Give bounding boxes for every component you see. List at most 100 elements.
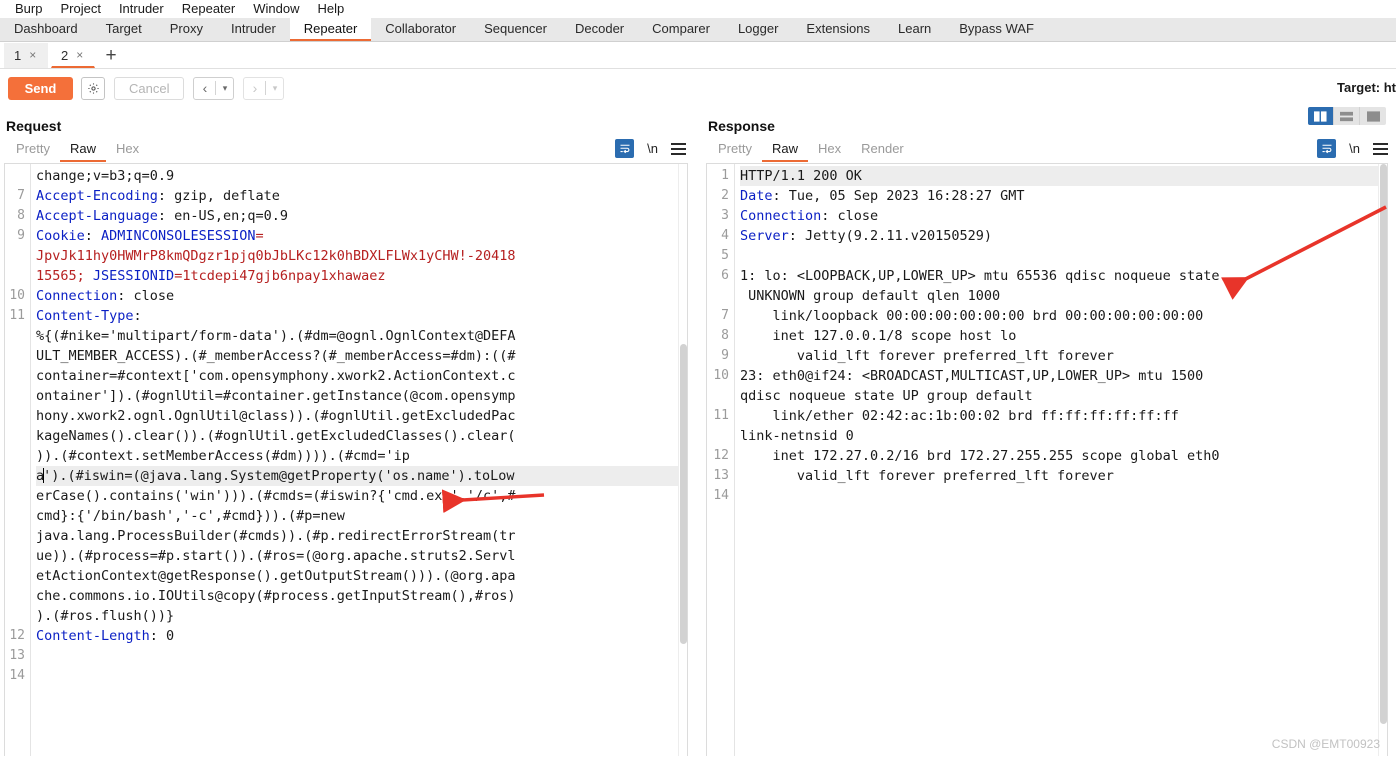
code-line: inet 172.27.0.2/16 brd 172.27.255.255 sc…	[740, 446, 1387, 466]
main-tab-collaborator[interactable]: Collaborator	[371, 18, 470, 41]
code-segment: java.lang.ProcessBuilder(#cmds)).(#p.red…	[36, 528, 516, 544]
line-number: 5	[721, 248, 729, 263]
scrollbar-thumb[interactable]	[1380, 164, 1387, 724]
code-segment: qdisc noqueue state UP group default	[740, 388, 1033, 404]
request-editor[interactable]: 7 8 9 10 11 12 13 14 change;v=b3;q=0.9 Accept-…	[4, 163, 688, 759]
code-line: HTTP/1.1 200 OK	[740, 166, 1387, 186]
line-number: 11	[9, 308, 25, 323]
code-segment: %{(#nike='multipart/form-data').(#dm=@og…	[36, 328, 516, 344]
line-number: 8	[721, 328, 729, 343]
main-tab-sequencer[interactable]: Sequencer	[470, 18, 561, 41]
request-view-tab-raw[interactable]: Raw	[59, 138, 106, 162]
main-tab-decoder[interactable]: Decoder	[561, 18, 638, 41]
code-line: che.commons.io.IOUtils@copy(#process.get…	[36, 586, 687, 606]
close-icon[interactable]: ×	[76, 49, 83, 61]
response-title: Response	[708, 118, 775, 134]
code-segment: Server	[740, 228, 789, 244]
main-tab-intruder[interactable]: Intruder	[217, 18, 290, 41]
gear-icon[interactable]	[81, 76, 105, 100]
line-number: 2	[721, 188, 729, 203]
main-tab-dashboard[interactable]: Dashboard	[0, 18, 92, 41]
response-pane: Response PrettyRawHexRender \n 12345	[700, 107, 1396, 759]
main-tab-target[interactable]: Target	[92, 18, 156, 41]
code-line: UNKNOWN group default qlen 1000	[740, 286, 1387, 306]
code-line: Content-Type:	[36, 306, 687, 326]
request-view-tab-pretty[interactable]: Pretty	[6, 138, 60, 162]
target-label: Target: ht	[1337, 80, 1396, 95]
line-number	[5, 526, 30, 546]
repeater-tab-1[interactable]: 1 ×	[4, 43, 48, 68]
code-line: inet 127.0.0.1/8 scope host lo	[740, 326, 1387, 346]
response-view-tab-render[interactable]: Render	[851, 138, 914, 162]
code-line: valid_lft forever preferred_lft forever	[740, 346, 1387, 366]
main-tab-bypass-waf[interactable]: Bypass WAF	[945, 18, 1048, 41]
main-tab-extensions[interactable]: Extensions	[792, 18, 884, 41]
split-vertical-icon[interactable]	[1308, 107, 1334, 125]
close-icon[interactable]: ×	[29, 49, 36, 61]
code-line: link/loopback 00:00:00:00:00:00 brd 00:0…	[740, 306, 1387, 326]
word-wrap-icon[interactable]	[615, 139, 635, 158]
hamburger-menu-icon[interactable]	[1373, 142, 1388, 155]
menu-item-repeater[interactable]: Repeater	[173, 0, 244, 18]
split-horizontal-icon[interactable]	[1334, 107, 1360, 125]
repeater-tab-2[interactable]: 2 ×	[51, 43, 95, 68]
code-segment: : 0	[149, 628, 175, 644]
response-view-tab-hex[interactable]: Hex	[808, 138, 851, 162]
code-segment: =1tcdepi47gjb6npay1xhawaez	[174, 268, 386, 284]
response-editor[interactable]: 123456 7 8 9 10 11 12 13 14 HTTP/1.1 200 OK Da…	[706, 163, 1388, 759]
code-line: erCase().contains('win'))).(#cmds=(#iswi…	[36, 486, 687, 506]
response-code[interactable]: HTTP/1.1 200 OK Date: Tue, 05 Sep 2023 16…	[735, 164, 1387, 759]
single-pane-icon[interactable]	[1360, 107, 1386, 125]
main-tab-proxy[interactable]: Proxy	[156, 18, 217, 41]
line-number	[707, 426, 734, 446]
scrollbar-thumb[interactable]	[680, 344, 687, 644]
chevron-down-icon[interactable]: ▾	[216, 78, 233, 99]
code-segment: Date	[740, 188, 773, 204]
code-line: JpvJk11hy0HWMrP8kmQDgzr1pjq0bJbLKc12k0hB…	[36, 246, 687, 266]
response-view-tab-pretty[interactable]: Pretty	[708, 138, 762, 162]
response-view-tab-raw[interactable]: Raw	[761, 138, 808, 162]
history-back-button[interactable]: ‹ ▾	[193, 76, 235, 100]
word-wrap-icon[interactable]	[1317, 139, 1337, 158]
send-button[interactable]: Send	[8, 76, 73, 100]
response-scrollbar[interactable]	[1378, 164, 1387, 759]
request-scrollbar[interactable]	[678, 164, 687, 759]
request-view-tab-hex[interactable]: Hex	[106, 138, 149, 162]
code-segment: :	[133, 308, 142, 324]
line-number	[707, 286, 734, 306]
menu-item-window[interactable]: Window	[244, 0, 308, 18]
main-tab-repeater[interactable]: Repeater	[289, 18, 372, 41]
code-segment: link/loopback 00:00:00:00:00:00 brd 00:0…	[740, 308, 1204, 324]
main-tab-learn[interactable]: Learn	[884, 18, 945, 41]
menu-item-burp[interactable]: Burp	[6, 0, 51, 18]
line-number	[5, 166, 30, 186]
request-code[interactable]: change;v=b3;q=0.9 Accept-Encoding: gzip, …	[31, 164, 687, 759]
main-tab-logger[interactable]: Logger	[724, 18, 792, 41]
code-segment: erCase().contains('win'))).(#cmds=(#iswi…	[36, 488, 516, 504]
code-line: qdisc noqueue state UP group default	[740, 386, 1387, 406]
line-number: 1	[721, 168, 729, 183]
newline-icon[interactable]: \n	[1349, 141, 1360, 156]
line-number: 8	[17, 208, 25, 223]
code-segment: Cookie	[36, 228, 85, 244]
newline-icon[interactable]: \n	[647, 141, 658, 156]
menu-item-project[interactable]: Project	[51, 0, 109, 18]
code-line: etActionContext@getResponse().getOutputS…	[36, 566, 687, 586]
repeater-tab-label: 2	[61, 47, 69, 63]
line-number: 13	[9, 648, 25, 663]
menu-item-intruder[interactable]: Intruder	[110, 0, 173, 18]
main-tab-comparer[interactable]: Comparer	[638, 18, 724, 41]
menu-item-help[interactable]: Help	[308, 0, 353, 18]
add-repeater-tab-button[interactable]: +	[98, 43, 124, 68]
line-number: 12	[9, 628, 25, 643]
code-line: container=#context['com.opensymphony.xwo…	[36, 366, 687, 386]
request-pane: Request Pretty Raw Hex \n 789 10 11 12 1…	[0, 107, 694, 759]
line-number	[5, 406, 30, 426]
code-line: Content-Length: 0	[36, 626, 687, 646]
code-line: a').(#iswin=(@java.lang.System@getProper…	[36, 466, 687, 486]
line-number: 3	[721, 208, 729, 223]
line-number	[5, 386, 30, 406]
hamburger-menu-icon[interactable]	[671, 142, 686, 155]
request-tools: \n	[615, 139, 686, 158]
